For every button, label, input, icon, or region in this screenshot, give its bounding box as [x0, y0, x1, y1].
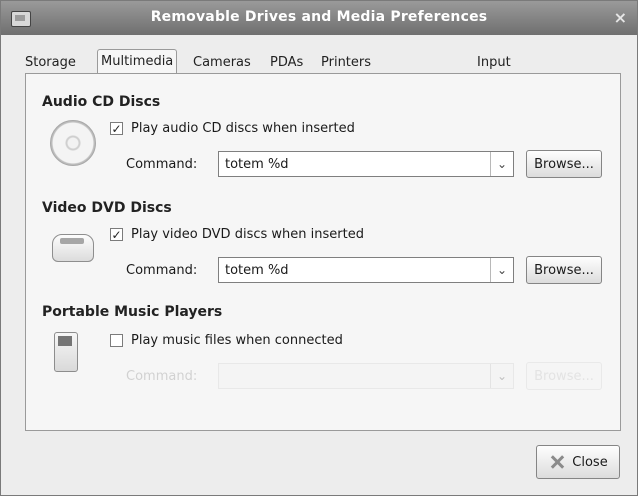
- dvd-slot: [60, 238, 84, 244]
- music-player-screen: [58, 336, 72, 346]
- chevron-down-icon[interactable]: ⌄: [490, 258, 513, 282]
- music-player-icon: [54, 332, 78, 372]
- music-command-combo: ⌄: [218, 363, 514, 389]
- music-section-title: Portable Music Players: [42, 304, 223, 320]
- multimedia-panel: Audio CD Discs ✓ Play audio CD discs whe…: [25, 73, 621, 431]
- video-command-combo[interactable]: totem %d ⌄: [218, 257, 514, 283]
- music-command-label: Command:: [126, 368, 198, 384]
- close-button-icon: [548, 453, 566, 471]
- tab-multimedia[interactable]: Multimedia: [97, 49, 178, 75]
- music-play-label: Play music files when connected: [131, 333, 343, 348]
- tab-input-devices[interactable]: Input Devices: [477, 53, 528, 90]
- title-bar: Removable Drives and Media Preferences ×: [1, 1, 637, 35]
- video-play-checkbox[interactable]: ✓: [110, 228, 123, 241]
- close-icon[interactable]: ×: [614, 8, 627, 27]
- tab-storage[interactable]: Storage: [25, 53, 76, 73]
- video-browse-button[interactable]: Browse...: [526, 256, 602, 284]
- preferences-window: Removable Drives and Media Preferences ×…: [0, 0, 638, 496]
- video-dvd-icon: [50, 224, 94, 268]
- tab-cameras[interactable]: Cameras: [193, 53, 251, 73]
- audio-section-title: Audio CD Discs: [42, 94, 161, 110]
- window-title: Removable Drives and Media Preferences: [150, 9, 488, 25]
- video-command-value[interactable]: totem %d: [219, 263, 490, 278]
- video-section-title: Video DVD Discs: [42, 200, 172, 216]
- audio-command-value[interactable]: totem %d: [219, 157, 490, 172]
- music-command-row: Command: ⌄ Browse...: [126, 362, 602, 390]
- video-command-row: Command: totem %d ⌄ Browse...: [126, 256, 602, 284]
- audio-play-checkbox[interactable]: ✓: [110, 122, 123, 135]
- tab-pdas[interactable]: PDAs: [270, 53, 303, 73]
- music-browse-button: Browse...: [526, 362, 602, 390]
- audio-play-checkbox-row[interactable]: ✓ Play audio CD discs when inserted: [110, 121, 355, 136]
- video-play-label: Play video DVD discs when inserted: [131, 227, 364, 242]
- audio-play-label: Play audio CD discs when inserted: [131, 121, 355, 136]
- audio-browse-button[interactable]: Browse...: [526, 150, 602, 178]
- audio-command-label: Command:: [126, 156, 198, 172]
- close-button[interactable]: Close: [536, 445, 620, 479]
- close-button-label: Close: [572, 454, 608, 470]
- chevron-down-icon: ⌄: [490, 364, 513, 388]
- video-command-label: Command:: [126, 262, 198, 278]
- audio-command-combo[interactable]: totem %d ⌄: [218, 151, 514, 177]
- chevron-down-icon[interactable]: ⌄: [490, 152, 513, 176]
- audio-command-row: Command: totem %d ⌄ Browse...: [126, 150, 602, 178]
- tab-printers-scanners[interactable]: Printers & Scanners: [321, 53, 381, 110]
- video-play-checkbox-row[interactable]: ✓ Play video DVD discs when inserted: [110, 227, 364, 242]
- music-play-checkbox-row[interactable]: Play music files when connected: [110, 333, 343, 348]
- music-play-checkbox[interactable]: [110, 334, 123, 347]
- audio-cd-icon: [50, 120, 96, 166]
